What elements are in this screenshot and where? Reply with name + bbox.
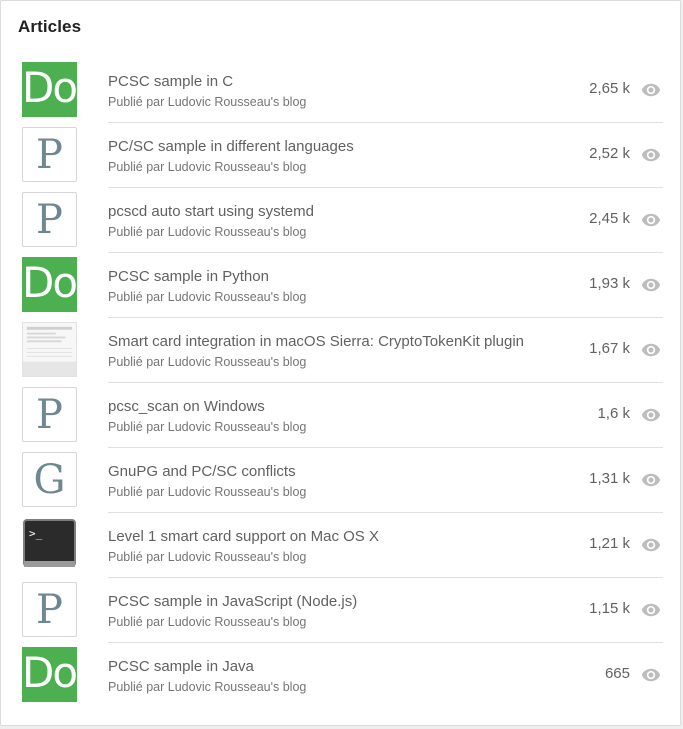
article-title[interactable]: pcscd auto start using systemd: [108, 203, 578, 221]
article-row[interactable]: P PC/SC sample in different languages Publ…: [1, 123, 682, 188]
eye-icon: [640, 600, 662, 618]
eye-icon: [640, 470, 662, 488]
article-row[interactable]: Dor PCSC sample in Python Publié par Ludov…: [1, 253, 682, 318]
article-row[interactable]: Smart card integration in macOS Sierra: …: [1, 318, 682, 383]
article-title[interactable]: PC/SC sample in different languages: [108, 138, 578, 156]
article-row[interactable]: G GnuPG and PC/SC conflicts Publié par Lud…: [1, 448, 682, 513]
article-title[interactable]: PCSC sample in Java: [108, 658, 578, 676]
eye-icon: [640, 80, 662, 98]
article-row[interactable]: Ppcsc_scan on Windows Publié par Ludovic …: [1, 383, 682, 448]
eye-icon: [640, 665, 662, 683]
article-byline: Publié par Ludovic Rousseau's blog: [108, 355, 307, 369]
eye-icon: [640, 535, 662, 553]
view-count: 1,21 k: [589, 535, 630, 552]
view-count: 1,67 k: [589, 340, 630, 357]
view-count: 1,93 k: [589, 275, 630, 292]
article-title[interactable]: PCSC sample in JavaScript (Node.js): [108, 593, 578, 611]
article-row[interactable]: Dor PCSC sample in C Publié par Ludovic Ro…: [1, 58, 682, 123]
article-title[interactable]: PCSC sample in Python: [108, 268, 578, 286]
article-byline: Publié par Ludovic Rousseau's blog: [108, 550, 307, 564]
article-text: PCSC sample in Python Publié par Ludovic …: [108, 268, 578, 306]
article-text: PC/SC sample in different languages Publi…: [108, 138, 578, 176]
article-text: pcsc_scan on Windows Publié par Ludovic R…: [108, 398, 578, 436]
eye-icon: [640, 340, 662, 358]
article-byline: Publié par Ludovic Rousseau's blog: [108, 225, 307, 239]
article-byline: Publié par Ludovic Rousseau's blog: [108, 95, 307, 109]
article-thumbnail[interactable]: [22, 322, 77, 377]
article-byline: Publié par Ludovic Rousseau's blog: [108, 420, 307, 434]
article-text: PCSC sample in Java Publié par Ludovic Ro…: [108, 658, 578, 696]
article-byline: Publié par Ludovic Rousseau's blog: [108, 615, 307, 629]
article-title[interactable]: Smart card integration in macOS Sierra: …: [108, 333, 578, 351]
article-byline: Publié par Ludovic Rousseau's blog: [108, 485, 307, 499]
article-title[interactable]: pcsc_scan on Windows: [108, 398, 578, 416]
article-text: GnuPG and PC/SC conflicts Publié par Ludo…: [108, 463, 578, 501]
article-list: Dor PCSC sample in C Publié par Ludovic Ro…: [1, 58, 682, 708]
articles-card: Articles Dor PCSC sample in C Publié par L…: [0, 0, 681, 726]
article-byline: Publié par Ludovic Rousseau's blog: [108, 680, 307, 694]
view-count: 1,6 k: [597, 405, 630, 422]
view-count: 1,15 k: [589, 600, 630, 617]
article-thumbnail[interactable]: >_: [22, 517, 77, 572]
thumbnail-text: P: [36, 586, 63, 633]
article-row[interactable]: >_ Level 1 smart card support on Mac OS X…: [1, 513, 682, 578]
eye-icon: [640, 405, 662, 423]
article-thumbnail[interactable]: P: [22, 582, 77, 637]
article-thumbnail[interactable]: P: [22, 387, 77, 442]
article-thumbnail[interactable]: P: [22, 192, 77, 247]
article-title[interactable]: PCSC sample in C: [108, 73, 578, 91]
thumbnail-text: Dor: [22, 258, 77, 307]
eye-icon: [640, 145, 662, 163]
article-row[interactable]: Dor PCSC sample in Java Publié par Ludovic…: [1, 643, 682, 708]
article-thumbnail[interactable]: Dor: [22, 647, 77, 702]
article-text: Smart card integration in macOS Sierra: …: [108, 333, 578, 371]
article-row[interactable]: Ppcscd auto start using systemd Publié pa…: [1, 188, 682, 253]
thumbnail-text: P: [36, 196, 63, 243]
eye-icon: [640, 275, 662, 293]
article-text: pcscd auto start using systemd Publié par…: [108, 203, 578, 241]
article-title[interactable]: Level 1 smart card support on Mac OS X: [108, 528, 578, 546]
thumbnail-text: P: [36, 391, 63, 438]
thumbnail-text: Dor: [22, 63, 77, 112]
svg-text:>_: >_: [29, 527, 43, 540]
thumbnail-text: G: [33, 456, 66, 503]
view-count: 665: [604, 665, 630, 682]
article-byline: Publié par Ludovic Rousseau's blog: [108, 160, 307, 174]
article-text: PCSC sample in C Publié par Ludovic Rouss…: [108, 73, 578, 111]
article-thumbnail[interactable]: Dor: [22, 62, 77, 117]
article-thumbnail[interactable]: G: [22, 452, 77, 507]
article-thumbnail[interactable]: Dor: [22, 257, 77, 312]
article-title[interactable]: GnuPG and PC/SC conflicts: [108, 463, 578, 481]
article-byline: Publié par Ludovic Rousseau's blog: [108, 290, 307, 304]
article-text: Level 1 smart card support on Mac OS X Pu…: [108, 528, 578, 566]
view-count: 2,52 k: [589, 145, 630, 162]
view-count: 1,31 k: [589, 470, 630, 487]
card-title: Articles: [18, 17, 82, 36]
view-count: 2,65 k: [589, 80, 630, 97]
article-thumbnail[interactable]: P: [22, 127, 77, 182]
article-text: PCSC sample in JavaScript (Node.js) Publi…: [108, 593, 578, 631]
thumbnail-text: Dor: [22, 648, 77, 697]
article-row[interactable]: P PCSC sample in JavaScript (Node.js) Publ…: [1, 578, 682, 643]
eye-icon: [640, 210, 662, 228]
thumbnail-text: P: [36, 131, 63, 178]
view-count: 2,45 k: [589, 210, 630, 227]
